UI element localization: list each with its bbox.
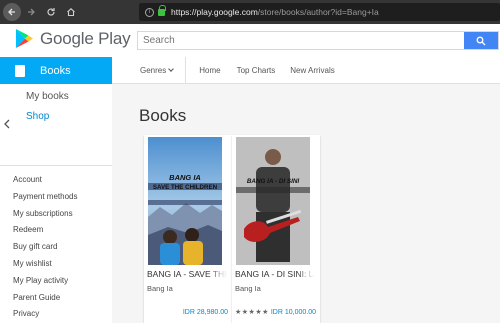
books-category-label: Books [40,64,71,77]
nav-link-top-charts[interactable]: Top Charts [237,66,276,75]
sidebar-link-account[interactable]: Account [13,172,77,189]
nav-link-new-arrivals[interactable]: New Arrivals [290,66,334,75]
play-header: Google Play [0,24,500,57]
main-content: Books BANG IA SAVE THE CHILDREN BANG IA … [112,84,500,323]
sidebar-link-my-subscriptions[interactable]: My subscriptions [13,206,77,223]
logo-text: Google Play [40,28,131,48]
category-nav: Books Genres Home Top Charts New Arrival… [0,57,500,84]
book-cover[interactable]: BANG IA - DI SINI [236,137,310,265]
url-text: https://play.google.com/store/books/auth… [171,7,379,17]
sidebar-item-my-books[interactable]: My books [26,91,69,102]
book-price[interactable]: IDR 28,980.00 [183,309,228,316]
chevron-down-icon [168,66,175,72]
top-nav: Genres Home Top Charts New Arrivals [112,57,335,84]
book-title[interactable]: BANG IA - SAVE THE CHILDREN [147,269,227,279]
genres-label: Genres [140,66,167,75]
info-icon[interactable]: i [145,7,154,17]
books-category-tab[interactable]: Books [0,57,112,84]
search-icon [476,36,486,45]
collapse-sidebar-button[interactable] [0,84,13,164]
sidebar-link-payment-methods[interactable]: Payment methods [13,189,77,206]
sidebar-link-my-wishlist[interactable]: My wishlist [13,256,77,273]
chevron-left-icon [3,119,9,129]
nav-divider [185,57,187,84]
book-icon [15,64,25,77]
browser-toolbar: i https://play.google.com/store/books/au… [0,0,500,24]
back-arrow-icon [8,8,15,16]
cover-subtitle-text: SAVE THE CHILDREN [153,184,218,191]
book-title[interactable]: BANG IA - DI SINI: Lagu [235,269,315,279]
book-card[interactable]: BANG IA - DI SINI BANG IA - DI SINI: Lag… [232,135,320,323]
sidebar-link-privacy[interactable]: Privacy [13,306,77,323]
book-cover[interactable]: BANG IA SAVE THE CHILDREN [148,137,222,265]
search-input[interactable] [138,32,464,49]
search-button[interactable] [464,32,498,49]
play-logo-icon [16,29,33,48]
cover-title-text: BANG IA [169,173,201,182]
book-cover-image: BANG IA - DI SINI [236,137,310,265]
sidebar-link-buy-gift-card[interactable]: Buy gift card [13,239,77,256]
sidebar-item-shop[interactable]: Shop [26,111,49,122]
genres-dropdown[interactable]: Genres [140,66,175,75]
search-box [137,31,499,50]
book-author[interactable]: Bang Ia [235,284,261,293]
url-host: https://play.google.com [171,7,258,17]
address-bar[interactable]: i https://play.google.com/store/books/au… [139,3,500,21]
reload-button[interactable] [41,2,61,22]
sidebar-links: Account Payment methods My subscriptions… [13,172,77,323]
book-author[interactable]: Bang Ia [147,284,173,293]
sidebar-divider [0,165,112,166]
sidebar-link-parent-guide[interactable]: Parent Guide [13,290,77,307]
forward-button[interactable] [21,2,41,22]
sidebar-link-redeem[interactable]: Redeem [13,222,77,239]
back-button[interactable] [3,3,21,21]
nav-link-home[interactable]: Home [199,66,220,75]
rating-stars: ★★★★★ [235,309,269,316]
reload-icon [47,8,55,16]
cover-title-text: BANG IA - DI SINI [247,178,299,185]
home-icon [67,8,75,17]
book-card[interactable]: BANG IA SAVE THE CHILDREN BANG IA - SAVE… [144,135,232,323]
sidebar: My books Shop Account Payment methods My… [0,84,112,323]
book-price[interactable]: IDR 10,000.00 [271,309,316,316]
sidebar-link-my-play-activity[interactable]: My Play activity [13,273,77,290]
page-title: Books [139,106,187,125]
book-cover-image: BANG IA SAVE THE CHILDREN [148,137,222,265]
home-button[interactable] [61,2,81,22]
lock-icon [158,4,166,16]
url-path: /store/books/author?id=Bang+Ia [257,7,379,17]
forward-arrow-icon [28,8,35,16]
google-play-logo[interactable]: Google Play [15,28,131,49]
